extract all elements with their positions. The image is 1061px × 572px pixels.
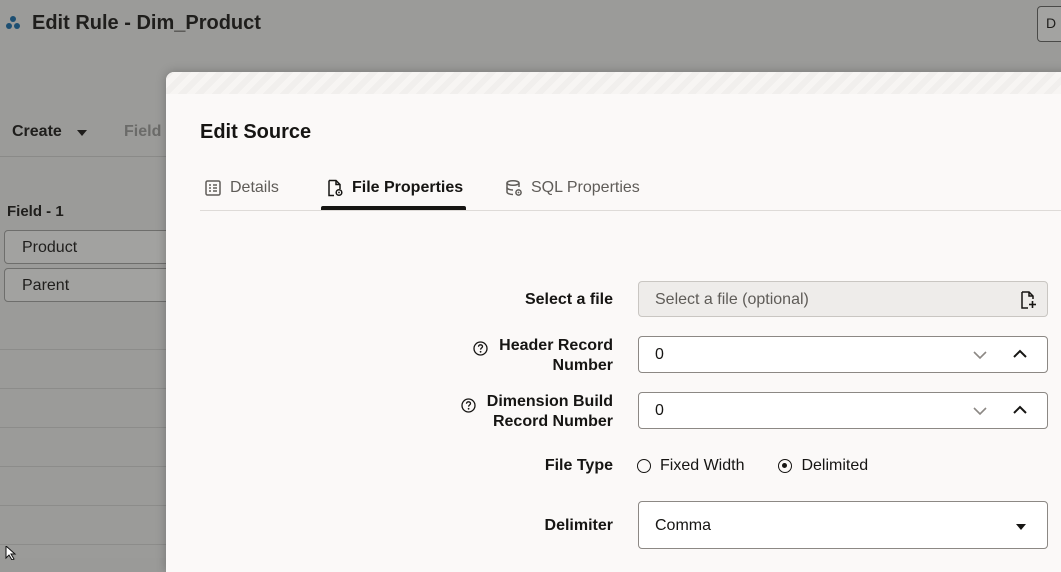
field-menu-button[interactable]: Field <box>124 123 161 141</box>
file-settings-icon <box>328 179 343 197</box>
details-icon <box>205 180 221 196</box>
delimited-radio-label[interactable]: Delimited <box>801 457 868 475</box>
label-line: Header Record <box>499 337 613 354</box>
database-settings-icon <box>506 179 522 196</box>
select-file-placeholder: Select a file (optional) <box>655 291 809 308</box>
chevron-up-icon[interactable] <box>1012 404 1028 416</box>
dialog-header-band <box>166 72 1061 94</box>
file-type-radio-group: Fixed Width Delimited <box>637 456 868 476</box>
chevron-down-icon <box>77 130 87 136</box>
delimited-radio[interactable] <box>778 459 793 473</box>
grid-row-divider <box>0 349 170 350</box>
grid-row-divider <box>0 544 170 545</box>
grid-row-divider <box>0 388 170 389</box>
select-file-label: Select a file <box>524 291 613 308</box>
dialog-tab-bar: Details File Properties SQL Properties <box>200 167 1061 211</box>
dialog-title: Edit Source <box>200 121 312 143</box>
tab-sql-properties-label: SQL Properties <box>531 179 640 196</box>
grid-row-divider <box>0 466 170 467</box>
help-icon[interactable] <box>461 398 476 413</box>
page-title: Edit Rule - Dim_Product <box>32 12 261 34</box>
label-line: Dimension Build <box>486 393 613 410</box>
chevron-up-icon[interactable] <box>1012 348 1028 360</box>
grid-row-divider <box>0 427 170 428</box>
file-add-icon[interactable] <box>1020 291 1036 309</box>
chevron-down-icon[interactable] <box>972 349 988 361</box>
create-menu-button[interactable]: Create <box>12 123 62 141</box>
chevron-down-icon[interactable] <box>972 405 988 417</box>
dimension-icon <box>6 16 20 29</box>
file-type-label: File Type <box>544 457 613 474</box>
help-icon[interactable] <box>473 341 488 356</box>
top-right-button-label: D <box>1046 15 1057 31</box>
field-cell-label: Product <box>22 239 78 256</box>
fixed-width-radio[interactable] <box>637 459 651 473</box>
delimiter-label: Delimiter <box>544 517 613 534</box>
label-line: Number <box>552 357 613 374</box>
delimiter-select[interactable]: Comma <box>638 501 1048 549</box>
fixed-width-radio-label[interactable]: Fixed Width <box>660 457 744 475</box>
top-right-button[interactable]: D <box>1037 6 1061 42</box>
tab-details-label: Details <box>230 179 279 196</box>
page-header: Edit Rule - Dim_Product D <box>0 0 1061 50</box>
field-cell-parent[interactable]: Parent <box>4 268 174 302</box>
field-cell-label: Parent <box>22 277 70 294</box>
tab-file-properties-label: File Properties <box>352 179 464 196</box>
tab-file-properties[interactable]: File Properties <box>320 167 467 210</box>
delimiter-selected-value: Comma <box>655 517 712 534</box>
rule-toolbar: Create Field <box>0 110 170 157</box>
field-column-header: Field - 1 <box>7 203 64 220</box>
dimension-build-record-number-label: Dimension Build Record Number <box>487 392 613 432</box>
header-record-number-value: 0 <box>655 346 664 363</box>
header-record-number-label: Header Record Number <box>499 336 613 376</box>
edit-source-dialog: Edit Source Details File Properties SQL … <box>166 72 1061 572</box>
grid-row-divider <box>0 505 170 506</box>
field-cell-product[interactable]: Product <box>4 230 174 264</box>
tab-sql-properties[interactable]: SQL Properties <box>505 167 640 209</box>
chevron-down-icon <box>1016 524 1026 530</box>
select-file-input[interactable]: Select a file (optional) <box>638 281 1048 317</box>
dimension-build-record-number-input[interactable]: 0 <box>638 392 1048 429</box>
header-record-number-input[interactable]: 0 <box>638 336 1048 373</box>
dimension-build-record-number-value: 0 <box>655 402 664 419</box>
tab-details[interactable]: Details <box>204 167 279 209</box>
label-line: Record Number <box>492 413 613 430</box>
